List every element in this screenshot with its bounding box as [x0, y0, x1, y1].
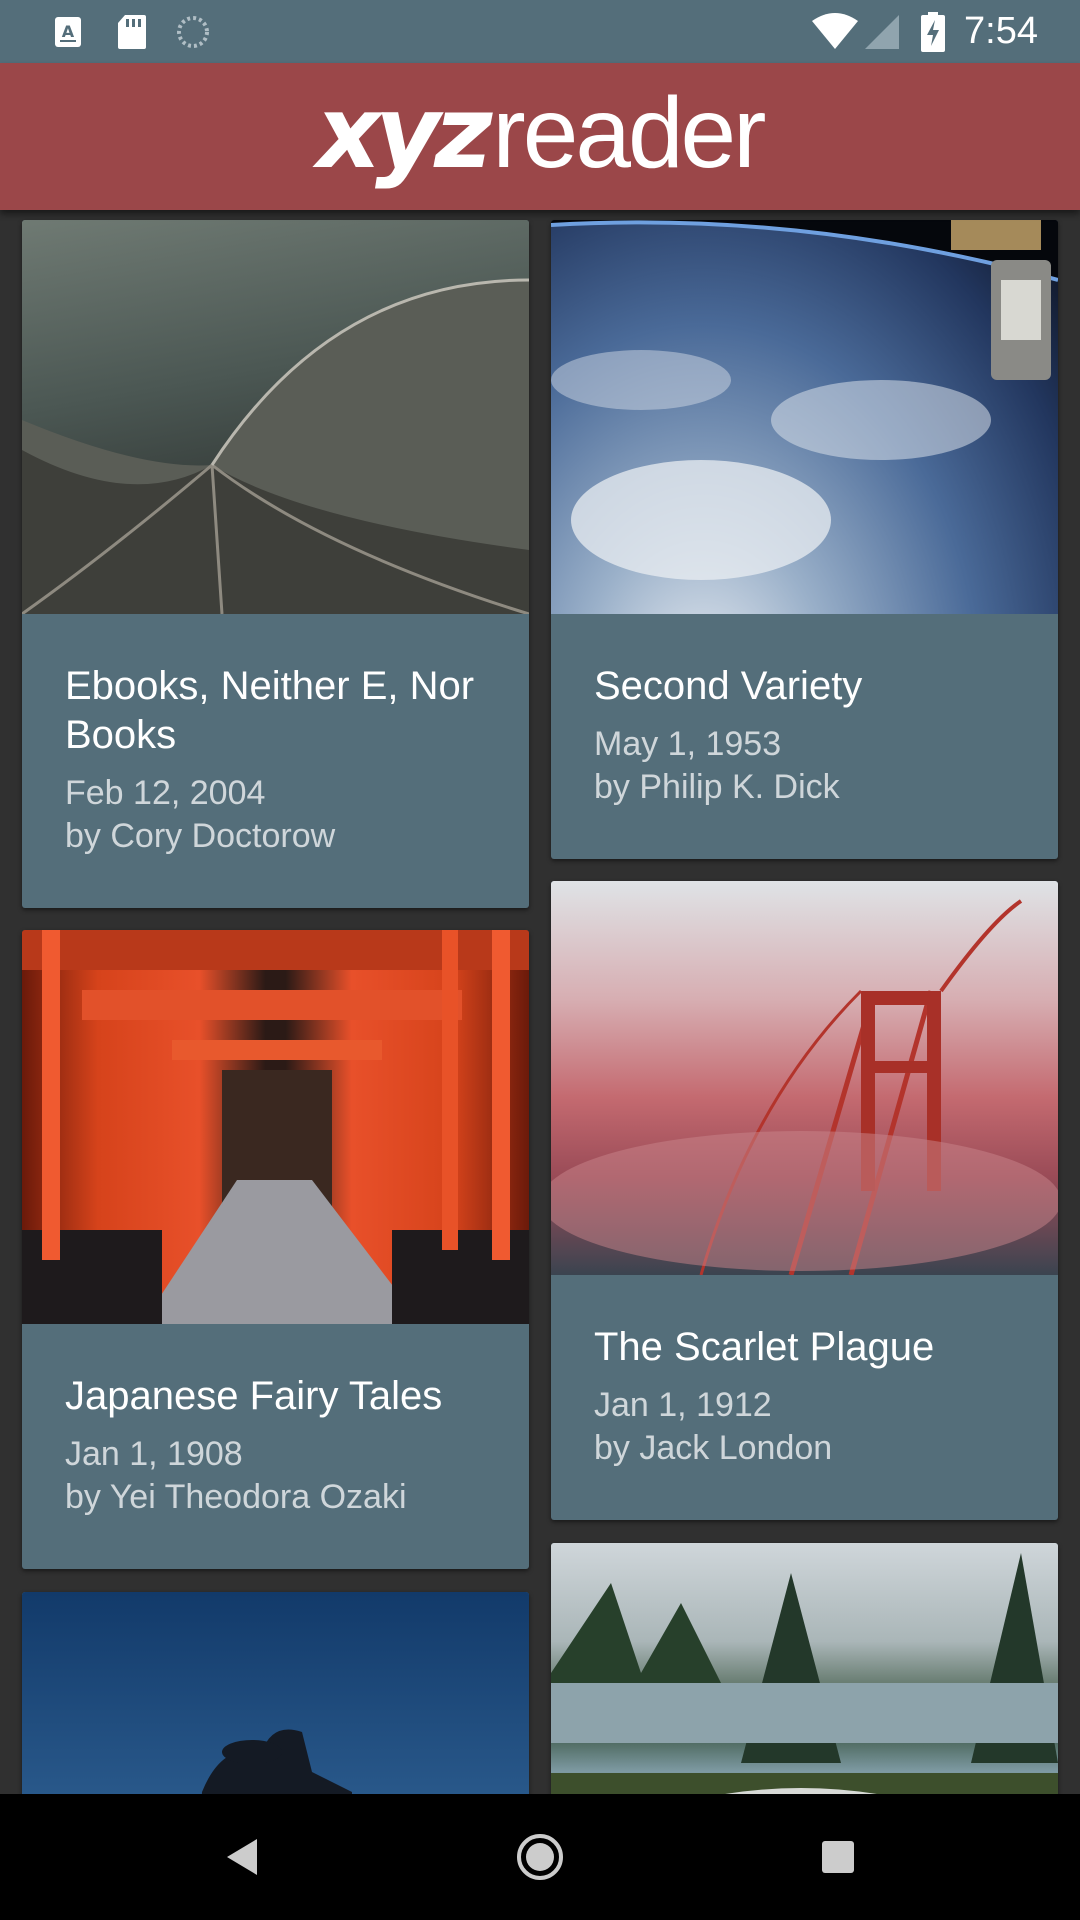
article-date: Feb 12, 2004 [65, 774, 266, 812]
article-image [22, 1592, 529, 1794]
article-card[interactable]: Second Variety May 1, 1953 by Philip K. … [551, 220, 1058, 859]
article-image [551, 881, 1058, 1275]
article-author: by Yei Theodora Ozaki [65, 1478, 407, 1516]
logo-bold-text: xyz [316, 73, 493, 191]
article-card[interactable] [22, 1592, 529, 1794]
article-image [22, 930, 529, 1324]
logo-light-text: reader [492, 76, 766, 189]
wifi-icon [810, 0, 860, 63]
sd-card-icon [116, 0, 148, 63]
status-bar: A 7:54 [0, 0, 1080, 63]
article-image [551, 220, 1058, 614]
recents-icon[interactable] [768, 1794, 908, 1920]
cell-signal-icon [864, 0, 900, 63]
article-author: by Philip K. Dick [594, 768, 840, 806]
app-bar: xyzreader [0, 63, 1080, 210]
article-date: Jan 1, 1908 [65, 1435, 243, 1473]
article-image [22, 220, 529, 614]
article-title: The Scarlet Plague [594, 1325, 935, 1369]
status-time: 7:54 [964, 10, 1038, 52]
article-card[interactable] [551, 1543, 1058, 1794]
article-card[interactable]: Japanese Fairy Tales Jan 1, 1908 by Yei … [22, 930, 529, 1569]
article-card[interactable]: The Scarlet Plague Jan 1, 1912 by Jack L… [551, 881, 1058, 1520]
article-author: by Jack London [594, 1429, 833, 1467]
home-icon[interactable] [470, 1794, 610, 1920]
article-date: Jan 1, 1912 [594, 1386, 772, 1424]
article-title: Second Variety [594, 664, 863, 708]
article-title: Ebooks, Neither E, Nor Books [65, 664, 475, 757]
article-card[interactable]: Ebooks, Neither E, Nor Books Feb 12, 200… [22, 220, 529, 908]
back-icon[interactable] [172, 1794, 312, 1920]
a-notification-icon: A [52, 0, 84, 63]
battery-charging-icon [920, 0, 946, 63]
article-image [551, 1543, 1058, 1794]
article-date: May 1, 1953 [594, 725, 782, 763]
navigation-bar [0, 1794, 1080, 1920]
article-author: by Cory Doctorow [65, 817, 336, 855]
app-logo: xyzreader [317, 82, 767, 183]
svg-text:A: A [62, 22, 75, 41]
article-grid[interactable]: Ebooks, Neither E, Nor Books Feb 12, 200… [0, 210, 1080, 1794]
article-title: Japanese Fairy Tales [65, 1374, 443, 1418]
sync-icon [176, 0, 210, 63]
